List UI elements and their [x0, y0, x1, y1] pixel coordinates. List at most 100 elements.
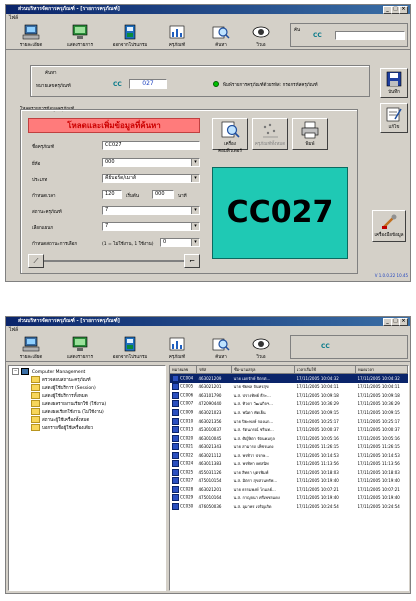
action-find-computer-button[interactable]: เครื่องคอมพิวเตอร์ [212, 118, 248, 154]
cell-text: 17/11/2005 11:26:15 [357, 444, 400, 450]
toolbar-exit-button[interactable]: ออกจากโปรแกรม [108, 24, 152, 48]
edit-button[interactable]: แก้ไข [380, 103, 408, 133]
tree-item[interactable]: แสดงผู้ใช้บริการทั้งหมด [31, 392, 88, 399]
cell-text: 17/11/2005 10:18:03 [296, 469, 339, 475]
toolbar-view-button[interactable]: วิวเอ [246, 24, 276, 48]
toolbar-exit-button[interactable]: ออกจากโปรแกรม [108, 336, 152, 360]
time-input-2[interactable]: 000 [152, 190, 174, 199]
save-button[interactable]: บันทึก [380, 68, 408, 98]
table-cell: น.ส. พรทิวา ปรกษ... [232, 451, 295, 460]
tools-button[interactable]: เครื่องมือข้อมูล [372, 210, 406, 242]
action-all-assets-button[interactable]: ครุภัณฑ์ทั้งหมด [252, 118, 288, 150]
table-row[interactable]: CC005 463021201 นาย ชัยพล จันทรสุข 17/11/20… [170, 383, 408, 392]
cell-text: CC029 [180, 494, 194, 500]
table-row[interactable]: CC030 476050036 น.ส. อุมาพร เจริญเกิด 17/11… [170, 502, 408, 511]
toolbar-list-button[interactable]: แสดงรายการ [62, 336, 98, 360]
toolbar-search-button[interactable]: ค้นหา [206, 24, 236, 48]
tree-item[interactable]: แสดงผลเรียกใช้งาน (ไม่ใช้งาน) [31, 408, 104, 415]
table-row[interactable]: CC028 463021201 นาย ธรรมพงษ์ โกมลย์... 17/1… [170, 485, 408, 494]
table-cell: 17/11/2005 10:36:29 [295, 400, 356, 409]
id-prefix: CC [113, 81, 122, 88]
chevron-down-icon[interactable]: ▾ [191, 175, 199, 182]
chevron-down-icon[interactable]: ▾ [191, 239, 199, 246]
time-input[interactable]: 120 [102, 190, 122, 199]
progress-slider[interactable]: ⟋ ⌐ [28, 254, 200, 268]
table-row[interactable]: CC010 463021356 นาย ปิยะพงษ์ กองแก... 17/11… [170, 417, 408, 426]
table-row[interactable]: CC022 463021112 น.ส. พรทิวา ปรกษ... 17/11/2… [170, 451, 408, 460]
tree-root[interactable]: − Computer Management [12, 368, 85, 375]
toolbar-view-button[interactable]: วิวเอ [246, 336, 276, 360]
column-header[interactable]: ชื่อ-นามสกุล [231, 366, 295, 374]
chevron-down-icon[interactable]: ▾ [191, 207, 199, 214]
cell-text: CC030 [180, 503, 194, 509]
table-cell: 463021112 [197, 451, 232, 460]
name-input[interactable]: CC027 [102, 141, 200, 150]
column-header[interactable]: หมดเวลา [355, 366, 408, 374]
slider-right-icon[interactable]: ⌐ [184, 254, 200, 268]
table-row[interactable]: CC021 463021343 นาย สามารถ เพ็ชรแดง 17/11/2… [170, 442, 408, 451]
toolbar-label: ครุภัณฑ์ [168, 355, 186, 360]
tree-item[interactable]: แสดงผู้ใช้บริการ (Session) [31, 384, 96, 391]
toolbar-asset-button[interactable]: ครุภัณฑ์ [162, 336, 192, 360]
computer-icon [172, 443, 179, 451]
cell-text: 463010045 [198, 435, 222, 441]
table-row[interactable]: CC027 475010154 น.ส. มิตรา สุขสวนทรัพ... 17… [170, 477, 408, 486]
toolbar-details-button[interactable]: รายละเอียด [14, 24, 48, 48]
table-cell: 453010037 [197, 425, 232, 434]
table-cell: 17/11/2005 10:04:32 [295, 374, 356, 383]
collapse-icon[interactable]: − [12, 368, 19, 375]
folder-icon [31, 408, 40, 415]
brand-select[interactable]: 000 ▾ [102, 158, 200, 167]
tools-icon [382, 214, 397, 229]
toolbar-asset-button[interactable]: ครุภัณฑ์ [162, 24, 192, 48]
close-button[interactable]: × [399, 6, 408, 14]
column-header[interactable]: หมายเลข [170, 366, 197, 374]
id-input[interactable]: 027 [129, 79, 167, 89]
table-cell: CC024 [170, 459, 197, 468]
dept-select[interactable]: 7 ▾ [102, 222, 200, 231]
tree-item[interactable]: บอกรายชื่อผู้ใช้เครื่องเดียว [31, 424, 93, 431]
table-row[interactable]: CC004 463021209 นาย เอกรักษ์ จิตรต่... 17/1… [170, 373, 408, 383]
column-header[interactable]: เวลาเริ่มใช้ [294, 366, 356, 374]
toolbar-details-button[interactable]: รายละเอียด [14, 336, 48, 360]
table-row[interactable]: CC007 472090440 น.ส. ทิวดา วัฒนกิจฯ... 17/1… [170, 400, 408, 409]
type-select[interactable]: คีย์บอร์ด/เมาส์ ▾ [102, 174, 200, 183]
tree-item[interactable]: สถานะผู้ใช้เครื่องทั้งหมด [31, 416, 89, 423]
cell-text: CC004 [180, 375, 194, 381]
table-cell: น.ส. ปรางทิพย์ ธีระ... [232, 391, 295, 400]
column-header[interactable]: รหัส [196, 366, 232, 374]
table-row[interactable]: CC024 463011383 น.ส. พรทิพา ยศสนิท 17/11/20… [170, 459, 408, 468]
table-cell: น.ส. กาญจนา ศรีเพชรแดง [232, 494, 295, 503]
table-row[interactable]: CC020 463010045 น.ส. ศิญ์ษิตา รัตนคมกุล 17/… [170, 434, 408, 443]
side-label: แก้ไข [388, 125, 400, 130]
tree-item[interactable]: ตรวจสอบสถานะครุภัณฑ์ [31, 376, 91, 383]
table-cell: 476050036 [197, 502, 232, 511]
table-cell: 463010045 [197, 434, 232, 443]
toolbar-list-button[interactable]: แสดงรายการ [62, 24, 98, 48]
status-select[interactable]: 7 ▾ [102, 206, 200, 215]
cell-text: 463021201 [198, 384, 222, 390]
table-row[interactable]: CC025 455031126 นาย สิทธา บุตรพิมพ์ 17/11/2… [170, 468, 408, 477]
menu-file[interactable]: ไฟล์ [9, 15, 18, 21]
computer-icon [172, 391, 179, 399]
field-label-dept: เลือกแผนก [32, 226, 54, 231]
slider-left-icon[interactable]: ⟋ [28, 254, 44, 268]
action-print-button[interactable]: พิมพ์ [292, 118, 328, 150]
tree-item[interactable]: แสดงผลรายงานเรียกใช้ (ใช้งาน) [31, 400, 106, 407]
toolbar-search-button[interactable]: ค้นหา [206, 336, 236, 360]
menu-file[interactable]: ไฟล์ [9, 327, 18, 333]
select-status-select[interactable]: 0 ▾ [160, 238, 200, 247]
cell-text: 17/11/2005 10:18:03 [357, 469, 400, 475]
cell-text: น.ส. อุมาพร เจริญเกิด [233, 503, 272, 509]
cell-text: 17/11/2005 10:09:18 [296, 392, 339, 398]
table-cell: นาย ธรรมพงษ์ โกมลย์... [232, 485, 295, 494]
table-row[interactable]: CC009 463021023 น.ส. พนิดา พัดเย็น 17/11/20… [170, 408, 408, 417]
chevron-down-icon[interactable]: ▾ [191, 223, 199, 230]
table-row[interactable]: CC029 475010164 น.ส. กาญจนา ศรีเพชรแดง 17/1… [170, 494, 408, 503]
table-row[interactable]: CC006 463101790 น.ส. ปรางทิพย์ ธีระ... 17/1… [170, 391, 408, 400]
close-button[interactable]: × [399, 318, 408, 326]
table-row[interactable]: CC013 453010037 น.ส. รัตนภรณ์ ชรินท... 17/1… [170, 425, 408, 434]
chevron-down-icon[interactable]: ▾ [191, 159, 199, 166]
search-input[interactable] [335, 31, 405, 40]
cell-text: 463021112 [198, 452, 222, 458]
